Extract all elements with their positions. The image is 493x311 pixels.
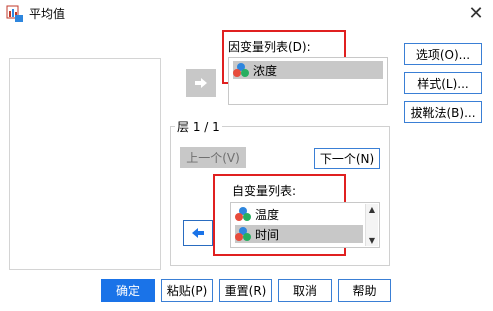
source-variable-list[interactable] [9, 58, 161, 270]
previous-layer-button[interactable]: 上一个(V) [180, 147, 246, 168]
independent-list[interactable]: 温度 时间 ▲ ▼ [230, 202, 380, 248]
dependent-list-label: 因变量列表(D): [228, 40, 311, 54]
nominal-variable-icon [235, 207, 251, 221]
options-button[interactable]: 选项(O)... [404, 43, 482, 65]
list-item-label: 温度 [255, 207, 280, 222]
scroll-down-icon[interactable]: ▼ [366, 236, 378, 245]
scroll-up-icon[interactable]: ▲ [366, 205, 378, 214]
list-item[interactable]: 时间 [235, 225, 363, 243]
title-bar: 平均值 ✕ [0, 0, 493, 28]
next-layer-button[interactable]: 下一个(N) [314, 148, 380, 169]
app-icon [6, 5, 24, 23]
list-item[interactable]: 温度 [235, 205, 363, 223]
nominal-variable-icon [233, 63, 249, 77]
list-item-label: 浓度 [253, 63, 278, 78]
independent-list-label: 自变量列表: [232, 184, 297, 198]
reset-button[interactable]: 重置(R) [219, 279, 272, 302]
help-button[interactable]: 帮助 [338, 279, 391, 302]
nominal-variable-icon [235, 227, 251, 241]
arrow-right-icon [195, 78, 207, 88]
list-item-label: 时间 [255, 227, 280, 242]
vertical-scrollbar[interactable]: ▲ ▼ [365, 204, 378, 246]
bootstrap-button[interactable]: 拔靴法(B)... [404, 101, 482, 123]
move-to-dependent-button[interactable] [186, 69, 216, 97]
list-item[interactable]: 浓度 [233, 61, 383, 79]
cancel-button[interactable]: 取消 [278, 279, 332, 302]
paste-button[interactable]: 粘贴(P) [161, 279, 213, 302]
close-icon[interactable]: ✕ [466, 4, 486, 24]
move-to-independent-button[interactable] [183, 220, 213, 246]
layer-label: 层 1 / 1 [175, 119, 222, 135]
ok-button[interactable]: 确定 [101, 279, 155, 302]
dependent-list[interactable]: 浓度 [228, 57, 388, 105]
arrow-left-icon [192, 228, 204, 238]
style-button[interactable]: 样式(L)... [404, 72, 482, 94]
window-title: 平均值 [29, 7, 66, 21]
